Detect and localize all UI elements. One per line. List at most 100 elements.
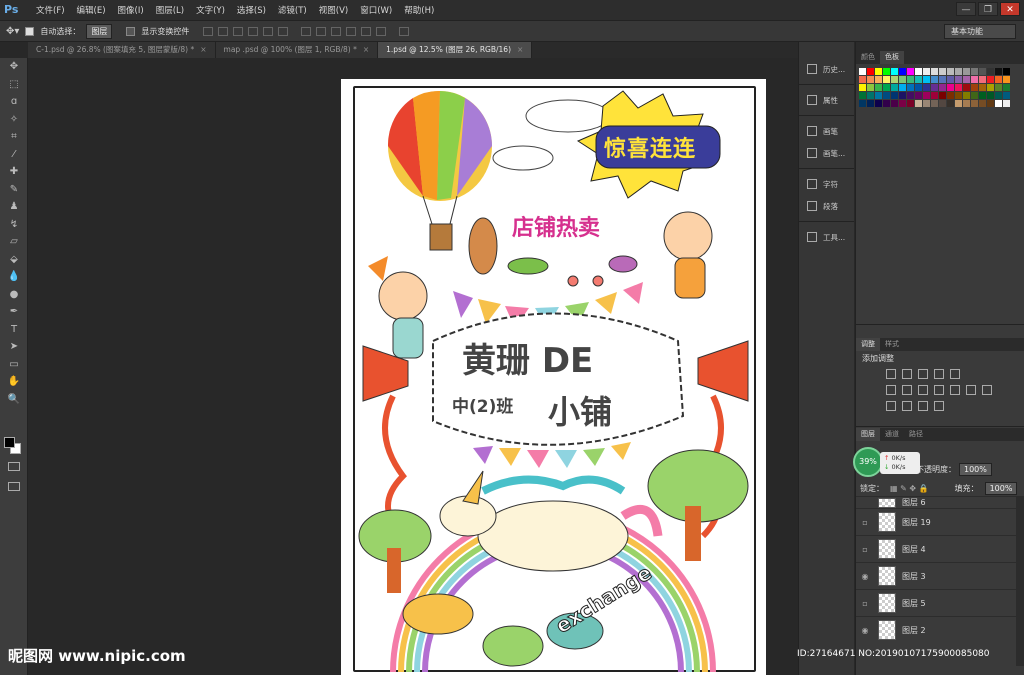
posterize-icon[interactable]	[886, 401, 896, 411]
auto-select-checkbox[interactable]	[25, 26, 35, 36]
menu-window[interactable]: 窗口(W)	[354, 4, 398, 16]
color-swatch[interactable]	[1003, 76, 1010, 83]
marquee-tool-icon[interactable]: ⬚	[0, 76, 28, 94]
color-swatch[interactable]	[939, 84, 946, 91]
color-swatch[interactable]	[899, 84, 906, 91]
properties-panel-button[interactable]: 属性	[799, 89, 854, 111]
color-swatch[interactable]	[867, 100, 874, 107]
menu-image[interactable]: 图像(I)	[112, 4, 150, 16]
color-swatch[interactable]	[995, 92, 1002, 99]
brush-tool-icon[interactable]: ✎	[0, 181, 28, 199]
close-icon[interactable]: ×	[200, 45, 206, 54]
color-swatch[interactable]	[907, 92, 914, 99]
menu-edit[interactable]: 编辑(E)	[71, 4, 112, 16]
tab-adjustments[interactable]: 调整	[856, 338, 880, 351]
color-swatch[interactable]	[867, 92, 874, 99]
stamp-tool-icon[interactable]: ♟	[0, 198, 28, 216]
brush-panel-button[interactable]: 画笔	[799, 120, 854, 142]
color-swatch[interactable]	[931, 100, 938, 107]
layer-row[interactable]: ▫ 图层 5	[856, 589, 1016, 616]
color-swatch[interactable]	[915, 76, 922, 83]
color-swatch[interactable]	[947, 68, 954, 75]
layer-row[interactable]: ◉ 图层 2	[856, 616, 1016, 643]
color-swatch[interactable]	[979, 84, 986, 91]
eye-icon[interactable]: ◉	[856, 626, 874, 635]
auto-select-dropdown[interactable]: 图层	[86, 23, 113, 39]
color-swatch[interactable]	[883, 76, 890, 83]
color-swatch[interactable]	[859, 76, 866, 83]
color-swatch[interactable]	[995, 68, 1002, 75]
auto-align-icon[interactable]	[399, 26, 410, 36]
color-swatch[interactable]	[915, 84, 922, 91]
exposure-icon[interactable]	[934, 369, 944, 379]
align-hcenter-icon[interactable]	[263, 26, 274, 36]
color-swatch[interactable]	[971, 68, 978, 75]
color-swatch[interactable]	[931, 84, 938, 91]
color-swatch[interactable]	[979, 68, 986, 75]
brush-presets-panel-button[interactable]: 画笔...	[799, 142, 854, 164]
color-swatch[interactable]	[947, 84, 954, 91]
foreground-color-swatch[interactable]	[4, 437, 15, 448]
tab-paths[interactable]: 路径	[904, 428, 928, 441]
color-swatch[interactable]	[883, 100, 890, 107]
path-select-tool-icon[interactable]: ➤	[0, 338, 28, 356]
color-swatch[interactable]	[915, 68, 922, 75]
color-swatch[interactable]	[899, 76, 906, 83]
color-swatch[interactable]	[1003, 84, 1010, 91]
distribute-left-icon[interactable]	[346, 26, 357, 36]
color-swatch[interactable]	[891, 84, 898, 91]
color-swatch[interactable]	[867, 84, 874, 91]
color-swatch[interactable]	[859, 68, 866, 75]
color-swatch[interactable]	[867, 68, 874, 75]
align-vcenter-icon[interactable]	[218, 26, 229, 36]
tab-layers[interactable]: 图层	[856, 428, 880, 441]
doc-tab-3[interactable]: 1.psd @ 12.5% (图层 26, RGB/16) ×	[378, 42, 533, 58]
swatches-grid[interactable]	[856, 64, 1024, 107]
type-tool-icon[interactable]: T	[0, 321, 28, 339]
tab-styles[interactable]: 样式	[880, 338, 904, 351]
crop-tool-icon[interactable]: ⌗	[0, 128, 28, 146]
align-bottom-icon[interactable]	[233, 26, 244, 36]
character-panel-button[interactable]: 字符	[799, 173, 854, 195]
menu-filter[interactable]: 滤镜(T)	[272, 4, 313, 16]
color-swatch[interactable]	[963, 100, 970, 107]
color-swatch[interactable]	[907, 76, 914, 83]
color-swatch[interactable]	[963, 76, 970, 83]
screen-mode-icon[interactable]	[8, 482, 20, 491]
eye-icon[interactable]: ◉	[856, 572, 874, 581]
visibility-toggle[interactable]: ▫	[856, 545, 874, 554]
minimize-button[interactable]: —	[956, 2, 976, 16]
vibrance-icon[interactable]	[950, 369, 960, 379]
color-swatch[interactable]	[987, 92, 994, 99]
color-swatch[interactable]	[875, 100, 882, 107]
opacity-input[interactable]: 100%	[959, 463, 992, 476]
dodge-tool-icon[interactable]: ●	[0, 286, 28, 304]
color-swatch[interactable]	[947, 76, 954, 83]
color-swatch[interactable]	[963, 84, 970, 91]
distribute-top-icon[interactable]	[301, 26, 312, 36]
color-swatch[interactable]	[971, 76, 978, 83]
zoom-tool-icon[interactable]: 🔍	[0, 391, 28, 409]
distribute-right-icon[interactable]	[376, 26, 387, 36]
eraser-tool-icon[interactable]: ▱	[0, 233, 28, 251]
tab-color[interactable]: 颜色	[856, 51, 880, 64]
color-swatch[interactable]	[939, 92, 946, 99]
shape-tool-icon[interactable]: ▭	[0, 356, 28, 374]
distribute-vcenter-icon[interactable]	[316, 26, 327, 36]
color-swatch[interactable]	[891, 92, 898, 99]
color-swatch[interactable]	[955, 84, 962, 91]
layer-row[interactable]: 图层 6	[856, 496, 1016, 508]
close-icon[interactable]: ×	[363, 45, 369, 54]
tab-channels[interactable]: 通道	[880, 428, 904, 441]
color-swatch[interactable]	[1003, 68, 1010, 75]
distribute-bottom-icon[interactable]	[331, 26, 342, 36]
color-swatch[interactable]	[915, 92, 922, 99]
curves-icon[interactable]	[918, 369, 928, 379]
align-right-icon[interactable]	[278, 26, 289, 36]
color-swatch[interactable]	[899, 68, 906, 75]
gradient-map-icon[interactable]	[934, 401, 944, 411]
color-swatch[interactable]	[907, 100, 914, 107]
pen-tool-icon[interactable]: ✒	[0, 303, 28, 321]
brightness-icon[interactable]	[886, 369, 896, 379]
color-swatch[interactable]	[915, 100, 922, 107]
